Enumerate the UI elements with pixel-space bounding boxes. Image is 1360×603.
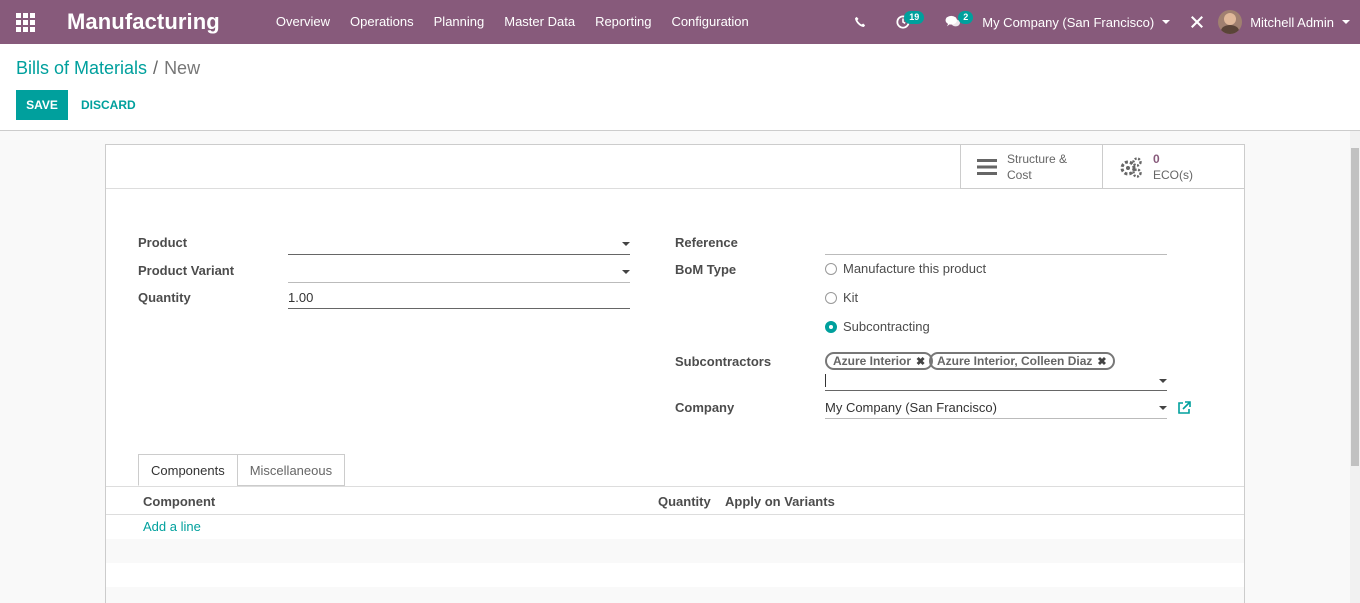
menu-item-overview[interactable]: Overview <box>266 0 340 44</box>
form-view: Structure & Cost 0 ECO(s) Product Produc… <box>0 131 1350 603</box>
chevron-down-icon[interactable] <box>622 270 630 274</box>
table-row <box>106 587 1244 603</box>
table-row: Add a line <box>106 515 1244 539</box>
top-navbar: Manufacturing Overview Operations Planni… <box>0 0 1360 44</box>
product-variant-field[interactable] <box>288 261 630 283</box>
eco-count: 0 <box>1153 152 1160 166</box>
form-sheet: Structure & Cost 0 ECO(s) Product Produc… <box>105 144 1245 603</box>
scrollbar-thumb[interactable] <box>1351 148 1359 466</box>
breadcrumb-current: New <box>164 58 201 78</box>
bom-type-manufacture-radio[interactable]: Manufacture this product <box>825 261 986 276</box>
bom-type-kit-label: Kit <box>843 290 859 305</box>
message-count-badge: 2 <box>958 11 974 24</box>
company-switcher[interactable]: My Company (San Francisco) <box>982 14 1171 30</box>
subcontractor-tag: Azure Interior ✖ <box>825 352 934 370</box>
add-a-line-link[interactable]: Add a line <box>143 519 201 534</box>
user-name: Mitchell Admin <box>1250 14 1334 30</box>
activity-count-badge: 19 <box>904 11 925 24</box>
messages-icon[interactable]: 2 <box>928 0 978 44</box>
chevron-down-icon[interactable] <box>1159 406 1167 410</box>
product-variant-label: Product Variant <box>138 263 235 278</box>
breadcrumb-bills-of-materials[interactable]: Bills of Materials <box>16 58 147 79</box>
apps-menu-icon[interactable] <box>0 0 50 44</box>
control-panel: Bills of Materials / New SAVE DISCARD <box>0 44 1360 131</box>
breadcrumb: Bills of Materials / New <box>16 58 200 79</box>
company-value: My Company (San Francisco) <box>825 400 997 415</box>
scrollbar[interactable] <box>1350 131 1360 603</box>
chevron-down-icon[interactable] <box>622 242 630 246</box>
menu-item-master-data[interactable]: Master Data <box>494 0 585 44</box>
eco-label: ECO(s) <box>1153 168 1193 182</box>
chevron-down-icon <box>1342 20 1350 24</box>
company-field[interactable]: My Company (San Francisco) <box>825 397 1167 419</box>
eco-button[interactable]: 0 ECO(s) <box>1102 145 1244 189</box>
table-row <box>106 539 1244 563</box>
radio-unchecked-icon <box>825 291 837 304</box>
subcontractor-tag-label: Azure Interior <box>833 354 912 368</box>
quantity-label: Quantity <box>138 290 191 305</box>
save-button[interactable]: SAVE <box>16 90 68 120</box>
phone-icon[interactable] <box>842 0 878 44</box>
quantity-value: 1.00 <box>288 290 314 305</box>
main-menu: Overview Operations Planning Master Data… <box>266 0 759 44</box>
subcontractors-input[interactable] <box>825 371 1167 391</box>
subcontractor-tag: Azure Interior, Colleen Diaz ✖ <box>929 352 1115 370</box>
user-menu[interactable]: Mitchell Admin <box>1218 10 1350 34</box>
bom-type-subcontracting-radio[interactable]: Subcontracting <box>825 319 930 334</box>
radio-checked-icon <box>825 320 837 333</box>
notebook-tabs: Components Miscellaneous <box>138 454 346 486</box>
app-name[interactable]: Manufacturing <box>67 9 220 35</box>
remove-tag-icon[interactable]: ✖ <box>916 355 925 368</box>
external-link-icon[interactable] <box>1177 401 1191 415</box>
structure-cost-label-1: Structure & <box>1007 152 1068 166</box>
activity-clock-icon[interactable]: 19 <box>878 0 928 44</box>
chevron-down-icon <box>1162 20 1171 24</box>
chevron-down-icon[interactable] <box>1159 379 1167 383</box>
avatar <box>1218 10 1243 34</box>
bom-type-label: BoM Type <box>675 262 737 277</box>
quantity-field[interactable]: 1.00 <box>288 287 630 309</box>
reference-field[interactable] <box>825 233 1167 255</box>
table-row <box>106 563 1244 587</box>
menu-item-planning[interactable]: Planning <box>424 0 495 44</box>
gears-icon <box>1120 157 1142 178</box>
bom-type-manufacture-label: Manufacture this product <box>843 261 987 276</box>
structure-cost-button[interactable]: Structure & Cost <box>960 145 1102 189</box>
product-label: Product <box>138 235 188 250</box>
menu-item-configuration[interactable]: Configuration <box>661 0 758 44</box>
company-switcher-label: My Company (San Francisco) <box>982 14 1155 30</box>
column-apply-on-variants[interactable]: Apply on Variants <box>725 494 835 509</box>
components-table-header: Component Quantity Apply on Variants <box>106 487 1244 515</box>
company-label: Company <box>675 400 735 415</box>
tab-miscellaneous[interactable]: Miscellaneous <box>236 454 346 486</box>
subcontractors-label: Subcontractors <box>675 354 772 369</box>
tab-components[interactable]: Components <box>138 454 238 486</box>
bom-type-kit-radio[interactable]: Kit <box>825 290 858 305</box>
smart-button-box: Structure & Cost 0 ECO(s) <box>960 145 1244 189</box>
bars-icon <box>977 159 997 175</box>
structure-cost-label-2: Cost <box>1007 168 1032 182</box>
remove-tag-icon[interactable]: ✖ <box>1097 355 1106 368</box>
debug-tools-icon[interactable] <box>1184 0 1210 44</box>
menu-item-reporting[interactable]: Reporting <box>585 0 661 44</box>
subcontractor-tag-label: Azure Interior, Colleen Diaz <box>937 354 1093 368</box>
reference-label: Reference <box>675 235 738 250</box>
column-quantity[interactable]: Quantity <box>658 494 711 509</box>
radio-unchecked-icon <box>825 262 837 275</box>
text-cursor <box>825 374 826 387</box>
bom-type-subcontracting-label: Subcontracting <box>843 319 930 334</box>
discard-button[interactable]: DISCARD <box>81 90 136 120</box>
menu-item-operations[interactable]: Operations <box>340 0 424 44</box>
product-field[interactable] <box>288 233 630 255</box>
column-component[interactable]: Component <box>143 494 215 509</box>
breadcrumb-separator: / <box>153 58 159 78</box>
